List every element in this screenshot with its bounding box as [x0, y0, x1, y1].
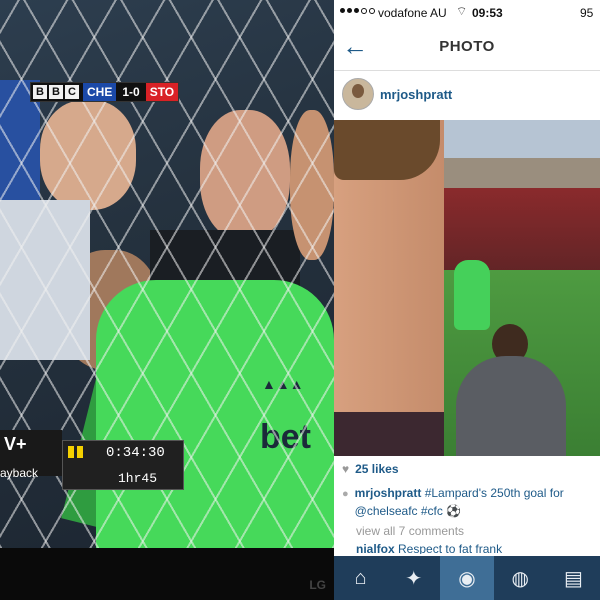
comment-row: nialfox Respect to fat frank — [356, 542, 596, 554]
playback-time: 0:34:30 — [106, 445, 165, 461]
camera-icon[interactable]: ◉ — [440, 556, 494, 600]
photo-selfie-shirt — [334, 412, 444, 456]
comment-text: Respect to fat frank — [398, 542, 503, 554]
fan-face — [40, 100, 136, 210]
photo-stand-roof — [434, 158, 600, 188]
soccer-ball-icon: ⚽ — [446, 504, 462, 518]
photo-spectator — [456, 356, 566, 456]
post-photo[interactable] — [334, 120, 600, 456]
goalkeeper-shirt — [96, 280, 334, 548]
score: 1-0 — [122, 85, 140, 99]
mode-label: ayback — [0, 466, 39, 480]
likes-count: 25 likes — [355, 462, 399, 476]
caption: mrjoshpratt #Lampard's 250th goal for @c… — [355, 484, 594, 520]
broadcaster-letter: B — [33, 85, 47, 99]
photo-goalkeeper — [454, 260, 490, 330]
post-username[interactable]: mrjoshpratt — [380, 87, 452, 102]
scoreboard: B B C CHE 1-0 STO — [30, 82, 180, 102]
goalkeeper-face — [290, 110, 334, 260]
status-bar: vodafone AU ⌔ 09:53 95 — [334, 0, 600, 26]
tv-photo-panel: ▲▲▲ bet B B C CHE 1-0 STO V+ ayback 0:34… — [0, 0, 334, 600]
broadcaster-letter: C — [65, 85, 79, 99]
heart-icon: ♥ — [342, 462, 350, 476]
service-label: V+ — [4, 434, 27, 454]
tv-bezel — [0, 548, 334, 600]
comment-bubble-icon: ● — [342, 488, 349, 500]
fan-shirt — [0, 200, 90, 360]
instagram-panel: vodafone AU ⌔ 09:53 95 ← PHOTO mrjoshpra… — [334, 0, 600, 600]
likes-row[interactable]: ♥ 25 likes — [342, 462, 399, 476]
tv-screen: ▲▲▲ bet B B C CHE 1-0 STO V+ ayback 0:34… — [0, 0, 334, 548]
photo-selfie-hair — [334, 120, 440, 180]
broadcaster-letter: B — [49, 85, 63, 99]
home-icon[interactable]: ⌂ — [334, 556, 387, 600]
wifi-icon: ⌔ — [456, 4, 468, 18]
battery-level: 95 — [580, 6, 594, 20]
nav-bar: ← PHOTO — [334, 26, 600, 71]
tv-brand-logo: LG — [309, 578, 326, 592]
explore-icon[interactable]: ✦ — [387, 556, 440, 600]
home-team: CHE — [83, 83, 117, 101]
carrier: vodafone AU — [378, 6, 447, 20]
comment-username[interactable]: nialfox — [356, 542, 395, 554]
shirt-sponsor: bet — [260, 418, 311, 456]
activity-icon[interactable]: ◍ — [494, 556, 547, 600]
status-time: 09:53 — [472, 6, 503, 20]
signal-icon — [340, 8, 375, 14]
adidas-logo: ▲▲▲ — [262, 376, 304, 392]
view-all-comments-link[interactable]: view all 7 comments — [356, 524, 464, 538]
fan-face — [200, 110, 290, 240]
post-header: mrjoshpratt — [334, 70, 600, 120]
profile-icon[interactable]: ▤ — [547, 556, 600, 600]
tab-bar: ⌂ ✦ ◉ ◍ ▤ — [334, 556, 600, 600]
pause-icon — [68, 446, 84, 458]
away-team: STO — [145, 83, 179, 101]
page-title: PHOTO — [439, 38, 495, 55]
avatar[interactable] — [342, 78, 374, 110]
playback-duration: 1hr45 — [118, 471, 158, 486]
caption-username[interactable]: mrjoshpratt — [355, 486, 422, 500]
caption-row: ● mrjoshpratt #Lampard's 250th goal for … — [342, 484, 594, 520]
